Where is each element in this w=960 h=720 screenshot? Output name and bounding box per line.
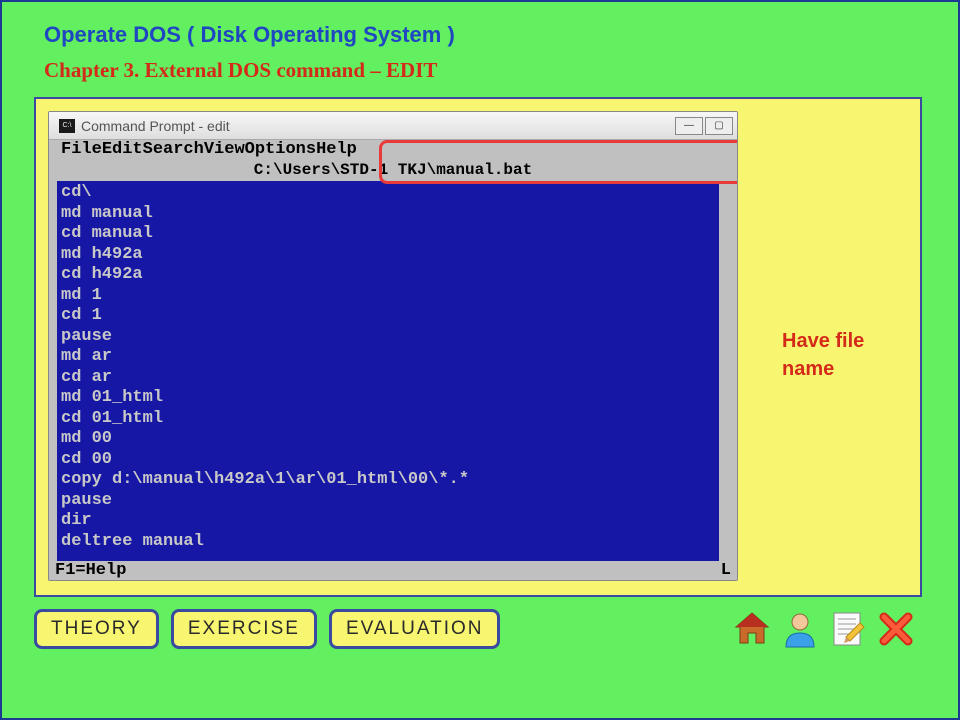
annotation-label: Have file name — [782, 327, 902, 383]
menu-edit[interactable]: Edit — [102, 140, 143, 161]
window-titlebar: C:\ Command Prompt - edit — ▢ — [49, 112, 737, 140]
window-title: Command Prompt - edit — [81, 118, 230, 134]
menu-file[interactable]: File — [61, 140, 102, 161]
evaluation-button[interactable]: Evaluation — [329, 609, 501, 649]
editor-statusbar: F1=Help L — [49, 561, 737, 581]
close-icon[interactable] — [876, 609, 916, 649]
status-help: F1=Help — [55, 561, 126, 581]
maximize-button[interactable]: ▢ — [705, 117, 733, 135]
page-title: Operate DOS ( Disk Operating System ) — [44, 22, 930, 48]
minimize-button[interactable]: — — [675, 117, 703, 135]
edit-note-icon[interactable] — [828, 609, 868, 649]
bottom-nav: Theory Exercise Evaluation — [34, 609, 930, 649]
command-prompt-window: C:\ Command Prompt - edit — ▢ File Edit … — [48, 111, 738, 581]
icon-group — [732, 609, 930, 649]
chapter-title: Chapter 3. External DOS command – EDIT — [44, 58, 930, 83]
exercise-button[interactable]: Exercise — [171, 609, 317, 649]
user-icon[interactable] — [780, 609, 820, 649]
editor-menubar[interactable]: File Edit Search View Options Help — [49, 140, 737, 161]
editor-body[interactable]: cd\ md manual cd manual md h492a cd h492… — [49, 181, 737, 561]
menu-help[interactable]: Help — [316, 140, 357, 161]
window-icon: C:\ — [59, 119, 75, 133]
status-right: L — [721, 561, 731, 581]
home-icon[interactable] — [732, 609, 772, 649]
editor-filepath: C:\Users\STD-1 TKJ\manual.bat — [49, 161, 737, 181]
content-panel: C:\ Command Prompt - edit — ▢ File Edit … — [34, 97, 922, 597]
menu-options[interactable]: Options — [245, 140, 316, 161]
theory-button[interactable]: Theory — [34, 609, 159, 649]
menu-view[interactable]: View — [204, 140, 245, 161]
menu-search[interactable]: Search — [143, 140, 204, 161]
